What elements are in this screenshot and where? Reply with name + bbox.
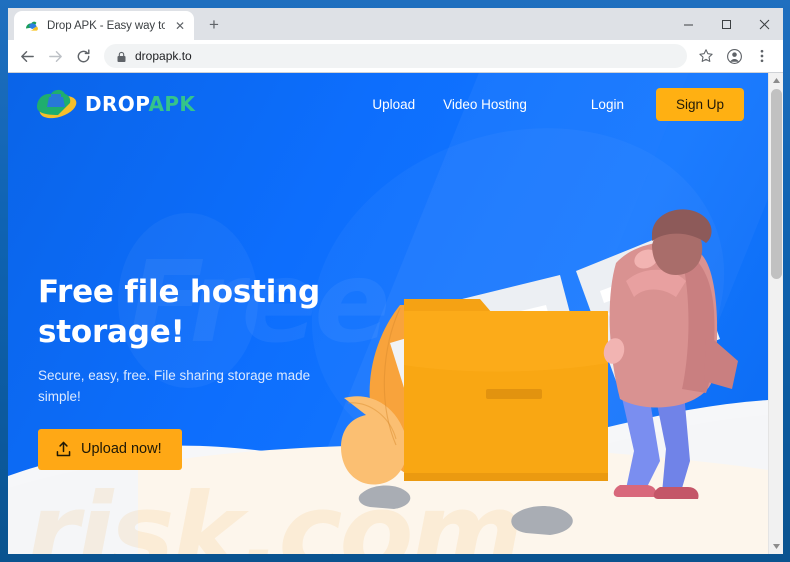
scrollbar-down-arrow[interactable] bbox=[769, 539, 783, 554]
hero-title-line-1: Free file hosting bbox=[38, 274, 321, 310]
address-bar[interactable]: dropapk.to bbox=[104, 44, 687, 68]
logo-text-primary: DROP bbox=[85, 92, 149, 116]
lock-icon bbox=[116, 50, 127, 62]
browser-toolbar: dropapk.to bbox=[8, 40, 783, 72]
page-scrollbar[interactable] bbox=[768, 73, 783, 554]
site-header: DROPAPK Upload Video Hosting Login Sign … bbox=[8, 73, 768, 135]
orange-folder bbox=[404, 299, 608, 481]
star-icon[interactable] bbox=[693, 43, 719, 69]
browser-window-frame: Drop APK - Easy way to share yo ✕ + bbox=[0, 0, 790, 562]
upload-now-label: Upload now! bbox=[81, 441, 162, 458]
new-tab-button[interactable]: + bbox=[200, 11, 228, 39]
window-controls bbox=[669, 8, 783, 40]
tab-title: Drop APK - Easy way to share yo bbox=[47, 19, 165, 32]
close-window-button[interactable] bbox=[745, 8, 783, 40]
dropapk-cloud-favicon bbox=[24, 18, 40, 34]
logo-text-secondary: APK bbox=[148, 92, 196, 116]
maximize-button[interactable] bbox=[707, 8, 745, 40]
nav-upload[interactable]: Upload bbox=[358, 91, 429, 118]
upload-now-button[interactable]: Upload now! bbox=[38, 428, 182, 470]
file-hosting-illustration bbox=[341, 209, 738, 535]
tab-close-icon[interactable]: ✕ bbox=[172, 18, 188, 34]
browser-tab[interactable]: Drop APK - Easy way to share yo ✕ bbox=[14, 11, 194, 40]
stones bbox=[358, 485, 573, 535]
web-page: Free risk.com bbox=[8, 73, 768, 554]
hero-copy: Free file hosting storage! Secure, easy,… bbox=[38, 273, 338, 470]
nav-login[interactable]: Login bbox=[577, 91, 638, 118]
nav-video-hosting[interactable]: Video Hosting bbox=[429, 91, 541, 118]
dropapk-logo-icon bbox=[34, 87, 78, 121]
sign-up-button[interactable]: Sign Up bbox=[655, 87, 744, 121]
site-logo[interactable]: DROPAPK bbox=[34, 85, 195, 123]
tab-strip: Drop APK - Easy way to share yo ✕ + bbox=[8, 8, 783, 40]
three-dot-menu-icon[interactable] bbox=[749, 43, 775, 69]
upload-icon bbox=[55, 441, 72, 458]
forward-icon[interactable] bbox=[42, 43, 68, 69]
hero-title: Free file hosting storage! bbox=[38, 273, 338, 352]
address-bar-url: dropapk.to bbox=[135, 49, 192, 63]
hero-title-line-2: storage! bbox=[38, 313, 185, 350]
reload-icon[interactable] bbox=[70, 43, 96, 69]
page-viewport: Free risk.com bbox=[8, 73, 783, 554]
site-nav: Upload Video Hosting Login Sign Up bbox=[358, 87, 744, 121]
hero-subtitle: Secure, easy, free. File sharing storage… bbox=[38, 368, 311, 404]
scrollbar-thumb[interactable] bbox=[771, 89, 782, 279]
profile-avatar-icon[interactable] bbox=[721, 43, 747, 69]
browser-window: Drop APK - Easy way to share yo ✕ + bbox=[8, 8, 783, 554]
back-icon[interactable] bbox=[14, 43, 40, 69]
minimize-button[interactable] bbox=[669, 8, 707, 40]
scrollbar-up-arrow[interactable] bbox=[769, 73, 783, 88]
